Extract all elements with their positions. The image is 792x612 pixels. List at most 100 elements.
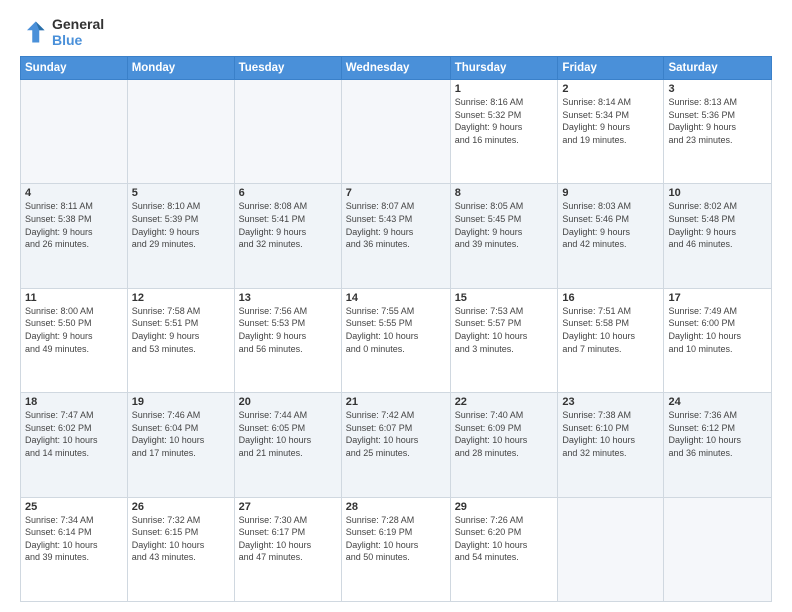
calendar-cell — [127, 80, 234, 184]
day-info: Sunrise: 8:07 AM Sunset: 5:43 PM Dayligh… — [346, 200, 446, 250]
calendar-cell: 23Sunrise: 7:38 AM Sunset: 6:10 PM Dayli… — [558, 393, 664, 497]
calendar-cell: 1Sunrise: 8:16 AM Sunset: 5:32 PM Daylig… — [450, 80, 558, 184]
day-info: Sunrise: 7:53 AM Sunset: 5:57 PM Dayligh… — [455, 305, 554, 355]
day-info: Sunrise: 7:28 AM Sunset: 6:19 PM Dayligh… — [346, 514, 446, 564]
calendar-week-row: 25Sunrise: 7:34 AM Sunset: 6:14 PM Dayli… — [21, 497, 772, 601]
day-number: 20 — [239, 396, 337, 408]
calendar-cell: 11Sunrise: 8:00 AM Sunset: 5:50 PM Dayli… — [21, 288, 128, 392]
day-number: 11 — [25, 292, 123, 304]
day-number: 7 — [346, 187, 446, 199]
day-info: Sunrise: 7:30 AM Sunset: 6:17 PM Dayligh… — [239, 514, 337, 564]
calendar-cell: 15Sunrise: 7:53 AM Sunset: 5:57 PM Dayli… — [450, 288, 558, 392]
calendar-cell: 5Sunrise: 8:10 AM Sunset: 5:39 PM Daylig… — [127, 184, 234, 288]
day-info: Sunrise: 8:16 AM Sunset: 5:32 PM Dayligh… — [455, 96, 554, 146]
day-info: Sunrise: 8:00 AM Sunset: 5:50 PM Dayligh… — [25, 305, 123, 355]
day-info: Sunrise: 7:32 AM Sunset: 6:15 PM Dayligh… — [132, 514, 230, 564]
day-number: 15 — [455, 292, 554, 304]
calendar-cell: 19Sunrise: 7:46 AM Sunset: 6:04 PM Dayli… — [127, 393, 234, 497]
day-number: 1 — [455, 83, 554, 95]
calendar-week-row: 1Sunrise: 8:16 AM Sunset: 5:32 PM Daylig… — [21, 80, 772, 184]
calendar-header-row: SundayMondayTuesdayWednesdayThursdayFrid… — [21, 57, 772, 80]
day-number: 13 — [239, 292, 337, 304]
calendar-cell: 6Sunrise: 8:08 AM Sunset: 5:41 PM Daylig… — [234, 184, 341, 288]
calendar-cell — [664, 497, 772, 601]
calendar-week-row: 18Sunrise: 7:47 AM Sunset: 6:02 PM Dayli… — [21, 393, 772, 497]
calendar-table: SundayMondayTuesdayWednesdayThursdayFrid… — [20, 56, 772, 602]
calendar-cell: 8Sunrise: 8:05 AM Sunset: 5:45 PM Daylig… — [450, 184, 558, 288]
day-info: Sunrise: 8:08 AM Sunset: 5:41 PM Dayligh… — [239, 200, 337, 250]
day-info: Sunrise: 7:46 AM Sunset: 6:04 PM Dayligh… — [132, 409, 230, 459]
day-info: Sunrise: 7:56 AM Sunset: 5:53 PM Dayligh… — [239, 305, 337, 355]
day-number: 17 — [668, 292, 767, 304]
day-number: 24 — [668, 396, 767, 408]
day-info: Sunrise: 8:13 AM Sunset: 5:36 PM Dayligh… — [668, 96, 767, 146]
day-info: Sunrise: 8:14 AM Sunset: 5:34 PM Dayligh… — [562, 96, 659, 146]
calendar-week-row: 11Sunrise: 8:00 AM Sunset: 5:50 PM Dayli… — [21, 288, 772, 392]
day-number: 29 — [455, 501, 554, 513]
day-number: 22 — [455, 396, 554, 408]
calendar-cell: 20Sunrise: 7:44 AM Sunset: 6:05 PM Dayli… — [234, 393, 341, 497]
weekday-header-saturday: Saturday — [664, 57, 772, 80]
weekday-header-thursday: Thursday — [450, 57, 558, 80]
calendar-cell: 25Sunrise: 7:34 AM Sunset: 6:14 PM Dayli… — [21, 497, 128, 601]
calendar-cell: 16Sunrise: 7:51 AM Sunset: 5:58 PM Dayli… — [558, 288, 664, 392]
calendar-cell: 24Sunrise: 7:36 AM Sunset: 6:12 PM Dayli… — [664, 393, 772, 497]
day-number: 3 — [668, 83, 767, 95]
calendar-cell: 26Sunrise: 7:32 AM Sunset: 6:15 PM Dayli… — [127, 497, 234, 601]
day-number: 12 — [132, 292, 230, 304]
day-info: Sunrise: 8:02 AM Sunset: 5:48 PM Dayligh… — [668, 200, 767, 250]
weekday-header-wednesday: Wednesday — [341, 57, 450, 80]
day-number: 21 — [346, 396, 446, 408]
day-info: Sunrise: 7:55 AM Sunset: 5:55 PM Dayligh… — [346, 305, 446, 355]
day-info: Sunrise: 7:38 AM Sunset: 6:10 PM Dayligh… — [562, 409, 659, 459]
calendar-cell: 7Sunrise: 8:07 AM Sunset: 5:43 PM Daylig… — [341, 184, 450, 288]
day-number: 19 — [132, 396, 230, 408]
calendar-cell: 29Sunrise: 7:26 AM Sunset: 6:20 PM Dayli… — [450, 497, 558, 601]
day-info: Sunrise: 8:10 AM Sunset: 5:39 PM Dayligh… — [132, 200, 230, 250]
calendar-cell: 18Sunrise: 7:47 AM Sunset: 6:02 PM Dayli… — [21, 393, 128, 497]
day-info: Sunrise: 8:03 AM Sunset: 5:46 PM Dayligh… — [562, 200, 659, 250]
day-number: 25 — [25, 501, 123, 513]
day-info: Sunrise: 7:36 AM Sunset: 6:12 PM Dayligh… — [668, 409, 767, 459]
calendar-cell: 4Sunrise: 8:11 AM Sunset: 5:38 PM Daylig… — [21, 184, 128, 288]
calendar-cell: 28Sunrise: 7:28 AM Sunset: 6:19 PM Dayli… — [341, 497, 450, 601]
logo-text: General Blue — [52, 16, 104, 48]
day-number: 23 — [562, 396, 659, 408]
day-number: 28 — [346, 501, 446, 513]
day-number: 14 — [346, 292, 446, 304]
calendar-cell — [341, 80, 450, 184]
day-number: 9 — [562, 187, 659, 199]
calendar-cell: 12Sunrise: 7:58 AM Sunset: 5:51 PM Dayli… — [127, 288, 234, 392]
calendar-cell: 10Sunrise: 8:02 AM Sunset: 5:48 PM Dayli… — [664, 184, 772, 288]
day-info: Sunrise: 7:51 AM Sunset: 5:58 PM Dayligh… — [562, 305, 659, 355]
day-info: Sunrise: 7:47 AM Sunset: 6:02 PM Dayligh… — [25, 409, 123, 459]
calendar-cell: 14Sunrise: 7:55 AM Sunset: 5:55 PM Dayli… — [341, 288, 450, 392]
day-number: 10 — [668, 187, 767, 199]
calendar-cell: 9Sunrise: 8:03 AM Sunset: 5:46 PM Daylig… — [558, 184, 664, 288]
calendar-cell: 17Sunrise: 7:49 AM Sunset: 6:00 PM Dayli… — [664, 288, 772, 392]
day-info: Sunrise: 8:11 AM Sunset: 5:38 PM Dayligh… — [25, 200, 123, 250]
day-number: 8 — [455, 187, 554, 199]
day-number: 5 — [132, 187, 230, 199]
day-number: 27 — [239, 501, 337, 513]
day-info: Sunrise: 7:44 AM Sunset: 6:05 PM Dayligh… — [239, 409, 337, 459]
logo: General Blue — [20, 16, 104, 48]
calendar-cell — [558, 497, 664, 601]
day-info: Sunrise: 7:34 AM Sunset: 6:14 PM Dayligh… — [25, 514, 123, 564]
calendar-cell: 13Sunrise: 7:56 AM Sunset: 5:53 PM Dayli… — [234, 288, 341, 392]
header: General Blue — [20, 16, 772, 48]
calendar-cell — [21, 80, 128, 184]
calendar-cell: 3Sunrise: 8:13 AM Sunset: 5:36 PM Daylig… — [664, 80, 772, 184]
day-number: 26 — [132, 501, 230, 513]
day-info: Sunrise: 7:26 AM Sunset: 6:20 PM Dayligh… — [455, 514, 554, 564]
day-number: 6 — [239, 187, 337, 199]
weekday-header-friday: Friday — [558, 57, 664, 80]
weekday-header-tuesday: Tuesday — [234, 57, 341, 80]
page: General Blue SundayMondayTuesdayWednesda… — [0, 0, 792, 612]
day-number: 4 — [25, 187, 123, 199]
day-number: 16 — [562, 292, 659, 304]
day-info: Sunrise: 8:05 AM Sunset: 5:45 PM Dayligh… — [455, 200, 554, 250]
weekday-header-monday: Monday — [127, 57, 234, 80]
day-info: Sunrise: 7:49 AM Sunset: 6:00 PM Dayligh… — [668, 305, 767, 355]
calendar-cell: 21Sunrise: 7:42 AM Sunset: 6:07 PM Dayli… — [341, 393, 450, 497]
